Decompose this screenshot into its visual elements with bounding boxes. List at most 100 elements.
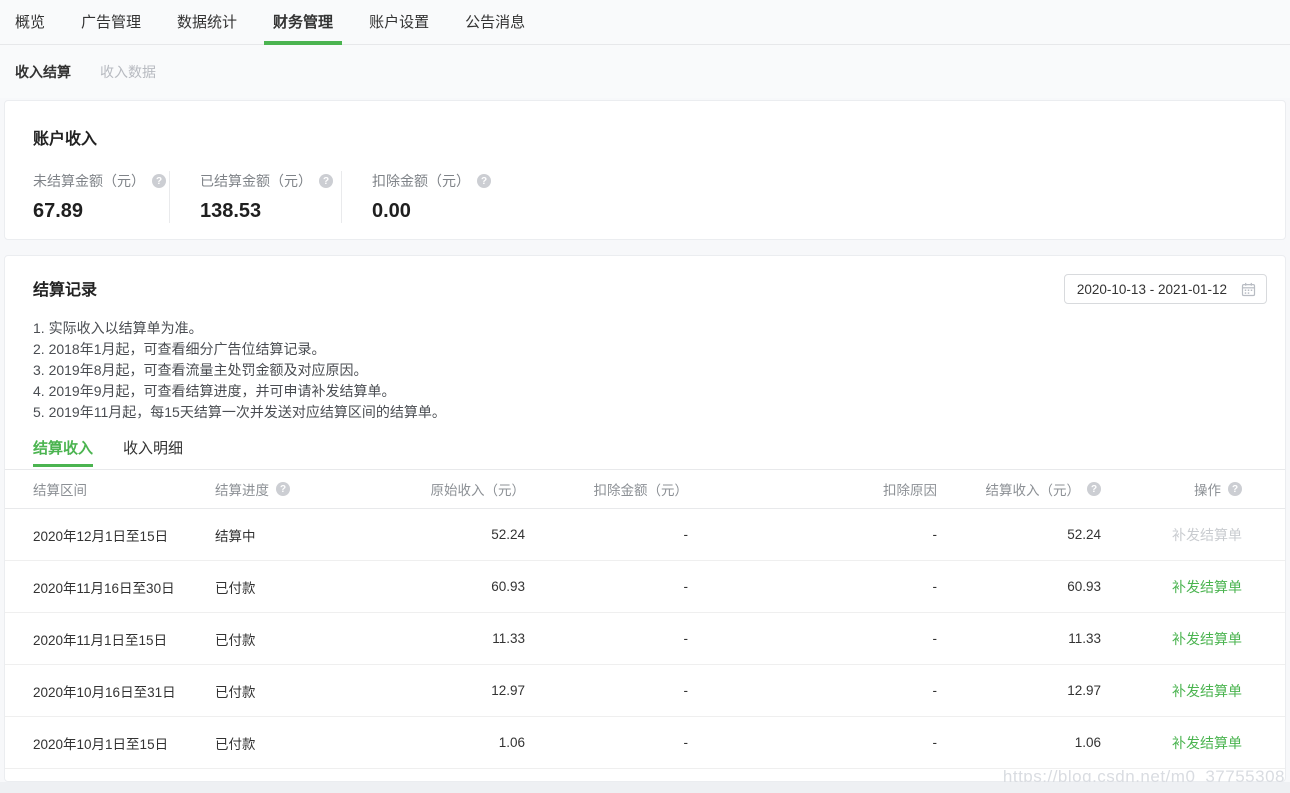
settlement-records-title: 结算记录 <box>33 276 97 300</box>
cell-settlement-status: 结算中 <box>215 525 365 545</box>
bottom-strip <box>0 782 1290 793</box>
stat-label-row: 扣除金额（元）? <box>372 171 514 191</box>
cell-deduction-reason: - <box>688 683 937 698</box>
cell-deduction-amount: - <box>525 735 688 750</box>
cell-original-income: 1.06 <box>365 735 525 750</box>
reissue-statement-link[interactable]: 补发结算单 <box>1172 579 1242 595</box>
stat-value-deducted-amount: 0.00 <box>372 200 514 223</box>
cell-original-income: 11.33 <box>365 631 525 646</box>
settlement-records-head: 结算记录 2020-10-13 - 2021-01-12 <box>5 276 1285 308</box>
account-income-title: 账户收入 <box>33 125 1257 149</box>
record-tabs: 结算收入收入明细 <box>5 435 1285 469</box>
tab-settlement-income[interactable]: 结算收入 <box>33 435 93 469</box>
sub-nav: 收入结算 收入数据 <box>0 45 1290 98</box>
help-icon-deducted-amount[interactable]: ? <box>477 174 491 188</box>
settlement-notes: 1. 实际收入以结算单为准。2. 2018年1月起，可查看细分广告位结算记录。3… <box>5 308 1285 423</box>
cell-deduction-amount: - <box>525 683 688 698</box>
stat-settled-amount: 已结算金额（元）? 138.53 <box>170 171 342 223</box>
account-income-stats: 未结算金额（元）? 67.89 已结算金额（元）? 138.53 扣除金额（元）? 0.0… <box>33 171 1257 223</box>
table-row: 2020年11月1日至15日已付款11.33--11.33补发结算单 <box>5 613 1285 665</box>
cell-settlement-period: 2020年11月1日至15日 <box>33 629 215 649</box>
cell-action: 补发结算单 <box>1101 629 1242 649</box>
nav-item-overview[interactable]: 概览 <box>15 0 45 45</box>
cell-deduction-amount: - <box>525 631 688 646</box>
help-icon-settled-amount[interactable]: ? <box>319 174 333 188</box>
cell-settlement-status: 已付款 <box>215 577 365 597</box>
table-row: 2020年12月1日至15日结算中52.24--52.24补发结算单 <box>5 509 1285 561</box>
subnav-item-income-data[interactable]: 收入数据 <box>100 62 156 82</box>
cell-deduction-amount: - <box>525 579 688 594</box>
cell-settlement-period: 2020年10月16日至31日 <box>33 681 215 701</box>
table-row: 2020年11月16日至30日已付款60.93--60.93补发结算单 <box>5 561 1285 613</box>
column-header-label: 原始收入（元） <box>431 479 526 499</box>
column-header-label: 扣除金额（元） <box>594 479 689 499</box>
cell-action: 补发结算单 <box>1101 577 1242 597</box>
cell-settlement-status: 已付款 <box>215 681 365 701</box>
cell-original-income: 52.24 <box>365 527 525 542</box>
cell-settlement-period: 2020年11月16日至30日 <box>33 577 215 597</box>
cell-original-income: 12.97 <box>365 683 525 698</box>
nav-item-data-statistics[interactable]: 数据统计 <box>177 0 237 45</box>
cell-settlement-period: 2020年12月1日至15日 <box>33 525 215 545</box>
stat-label-row: 未结算金额（元）? <box>33 171 169 191</box>
stat-label-settled-amount: 已结算金额（元） <box>200 171 312 191</box>
settlement-note-1: 1. 实际收入以结算单为准。 <box>33 318 1257 339</box>
column-header-1: 结算区间 <box>33 479 215 499</box>
subnav-item-income-settlement[interactable]: 收入结算 <box>15 62 71 82</box>
reissue-statement-link: 补发结算单 <box>1172 527 1242 543</box>
cell-settlement-status: 已付款 <box>215 629 365 649</box>
column-header-5: 扣除原因 <box>688 479 937 499</box>
column-help-icon[interactable]: ? <box>276 482 290 496</box>
settlement-note-3: 3. 2019年8月起，可查看流量主处罚金额及对应原因。 <box>33 360 1257 381</box>
settlement-note-4: 4. 2019年9月起，可查看结算进度，并可申请补发结算单。 <box>33 381 1257 402</box>
cell-settled-income: 11.33 <box>937 631 1101 646</box>
nav-item-ad-management[interactable]: 广告管理 <box>81 0 141 45</box>
table-row: 2020年10月16日至31日已付款12.97--12.97补发结算单 <box>5 665 1285 717</box>
cell-original-income: 60.93 <box>365 579 525 594</box>
stat-unsettled-amount: 未结算金额（元）? 67.89 <box>33 171 170 223</box>
column-header-label: 结算区间 <box>33 479 87 499</box>
settlement-note-5: 5. 2019年11月起，每15天结算一次并发送对应结算区间的结算单。 <box>33 402 1257 423</box>
column-header-6: 结算收入（元）? <box>937 479 1101 499</box>
table-row: 2020年10月1日至15日已付款1.06--1.06补发结算单 <box>5 717 1285 769</box>
stat-label-row: 已结算金额（元）? <box>200 171 341 191</box>
column-header-label: 结算收入（元） <box>986 479 1081 499</box>
stat-value-unsettled-amount: 67.89 <box>33 200 169 223</box>
column-help-icon[interactable]: ? <box>1228 482 1242 496</box>
cell-settled-income: 1.06 <box>937 735 1101 750</box>
settlement-note-2: 2. 2018年1月起，可查看细分广告位结算记录。 <box>33 339 1257 360</box>
settlement-records-card: 结算记录 2020-10-13 - 2021-01-12 <box>4 255 1286 782</box>
column-header-label: 操作 <box>1194 479 1221 499</box>
column-header-2: 结算进度? <box>215 479 365 499</box>
nav-item-finance-management[interactable]: 财务管理 <box>273 0 333 45</box>
cell-settled-income: 12.97 <box>937 683 1101 698</box>
cell-action: 补发结算单 <box>1101 733 1242 753</box>
calendar-icon[interactable] <box>1241 282 1256 297</box>
column-header-3: 原始收入（元） <box>365 479 525 499</box>
reissue-statement-link[interactable]: 补发结算单 <box>1172 683 1242 699</box>
cell-settlement-status: 已付款 <box>215 733 365 753</box>
stat-deducted-amount: 扣除金额（元）? 0.00 <box>342 171 514 223</box>
column-header-label: 结算进度 <box>215 479 269 499</box>
cell-deduction-reason: - <box>688 735 937 750</box>
tab-income-detail[interactable]: 收入明细 <box>123 435 183 469</box>
main-content: 账户收入 未结算金额（元）?67.89已结算金额（元）?138.53扣除金额（元… <box>0 98 1290 782</box>
date-range-picker[interactable]: 2020-10-13 - 2021-01-12 <box>1064 274 1267 304</box>
nav-item-announcements[interactable]: 公告消息 <box>465 0 525 45</box>
cell-settled-income: 52.24 <box>937 527 1101 542</box>
stat-value-settled-amount: 138.53 <box>200 200 341 223</box>
cell-deduction-reason: - <box>688 631 937 646</box>
reissue-statement-link[interactable]: 补发结算单 <box>1172 631 1242 647</box>
cell-settlement-period: 2020年10月1日至15日 <box>33 733 215 753</box>
cell-deduction-reason: - <box>688 579 937 594</box>
cell-deduction-reason: - <box>688 527 937 542</box>
help-icon-unsettled-amount[interactable]: ? <box>152 174 166 188</box>
column-header-7: 操作? <box>1101 479 1242 499</box>
column-header-4: 扣除金额（元） <box>525 479 688 499</box>
column-help-icon[interactable]: ? <box>1087 482 1101 496</box>
column-header-label: 扣除原因 <box>883 479 937 499</box>
cell-deduction-amount: - <box>525 527 688 542</box>
nav-item-account-settings[interactable]: 账户设置 <box>369 0 429 45</box>
date-range-value: 2020-10-13 - 2021-01-12 <box>1077 282 1227 297</box>
reissue-statement-link[interactable]: 补发结算单 <box>1172 735 1242 751</box>
